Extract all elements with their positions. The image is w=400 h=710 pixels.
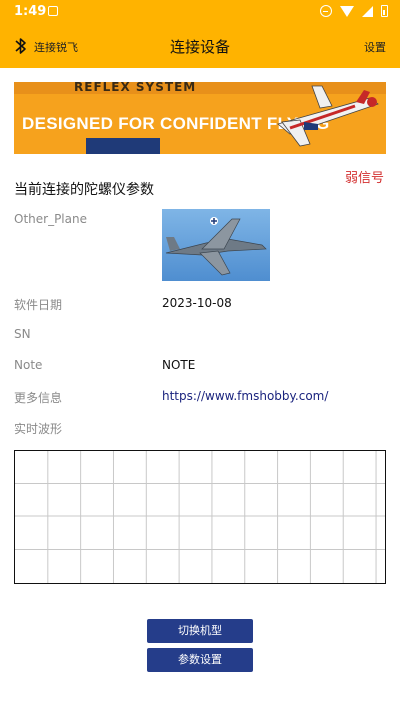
software-date-value: 2023-10-08 — [162, 296, 232, 310]
signal-status-label: 弱信号 — [344, 171, 384, 186]
model-name-label: Other_Plane — [14, 212, 87, 226]
status-icons — [320, 5, 388, 17]
do-not-disturb-icon — [320, 5, 332, 17]
app-bar: 连接锐飞 连接设备 设置 — [0, 24, 400, 68]
settings-button[interactable]: 设置 — [364, 39, 386, 55]
promo-banner[interactable]: REFLEX SYSTEM DESIGNED FOR CONFIDENT FLY… — [14, 82, 386, 154]
software-date-label: 软件日期 — [14, 298, 63, 312]
battery-icon — [381, 5, 388, 17]
note-label: Note — [14, 358, 43, 372]
cell-signal-icon — [362, 5, 373, 17]
banner-decoration — [86, 138, 160, 154]
status-time: 1:49 — [14, 4, 47, 19]
sn-label: SN — [14, 327, 31, 341]
wifi-icon — [340, 5, 354, 17]
model-image — [162, 209, 270, 281]
param-settings-button[interactable]: 参数设置 — [147, 648, 253, 672]
note-value: NOTE — [162, 358, 196, 372]
status-bar: 1:49 — [0, 0, 400, 24]
banner-top-text: REFLEX SYSTEM — [74, 82, 197, 94]
banner-airplane-image — [277, 85, 379, 147]
section-title: 当前连接的陀螺仪参数 — [14, 182, 154, 198]
more-info-label: 更多信息 — [14, 391, 63, 405]
realtime-waveform-chart — [14, 450, 386, 584]
page-title: 连接设备 — [169, 38, 230, 56]
notification-app-icon — [48, 6, 58, 16]
waveform-label: 实时波形 — [14, 422, 63, 436]
switch-model-button[interactable]: 切换机型 — [147, 619, 253, 643]
jet-image — [165, 217, 267, 276]
more-info-link[interactable]: https://www.fmshobby.com/ — [162, 389, 328, 403]
